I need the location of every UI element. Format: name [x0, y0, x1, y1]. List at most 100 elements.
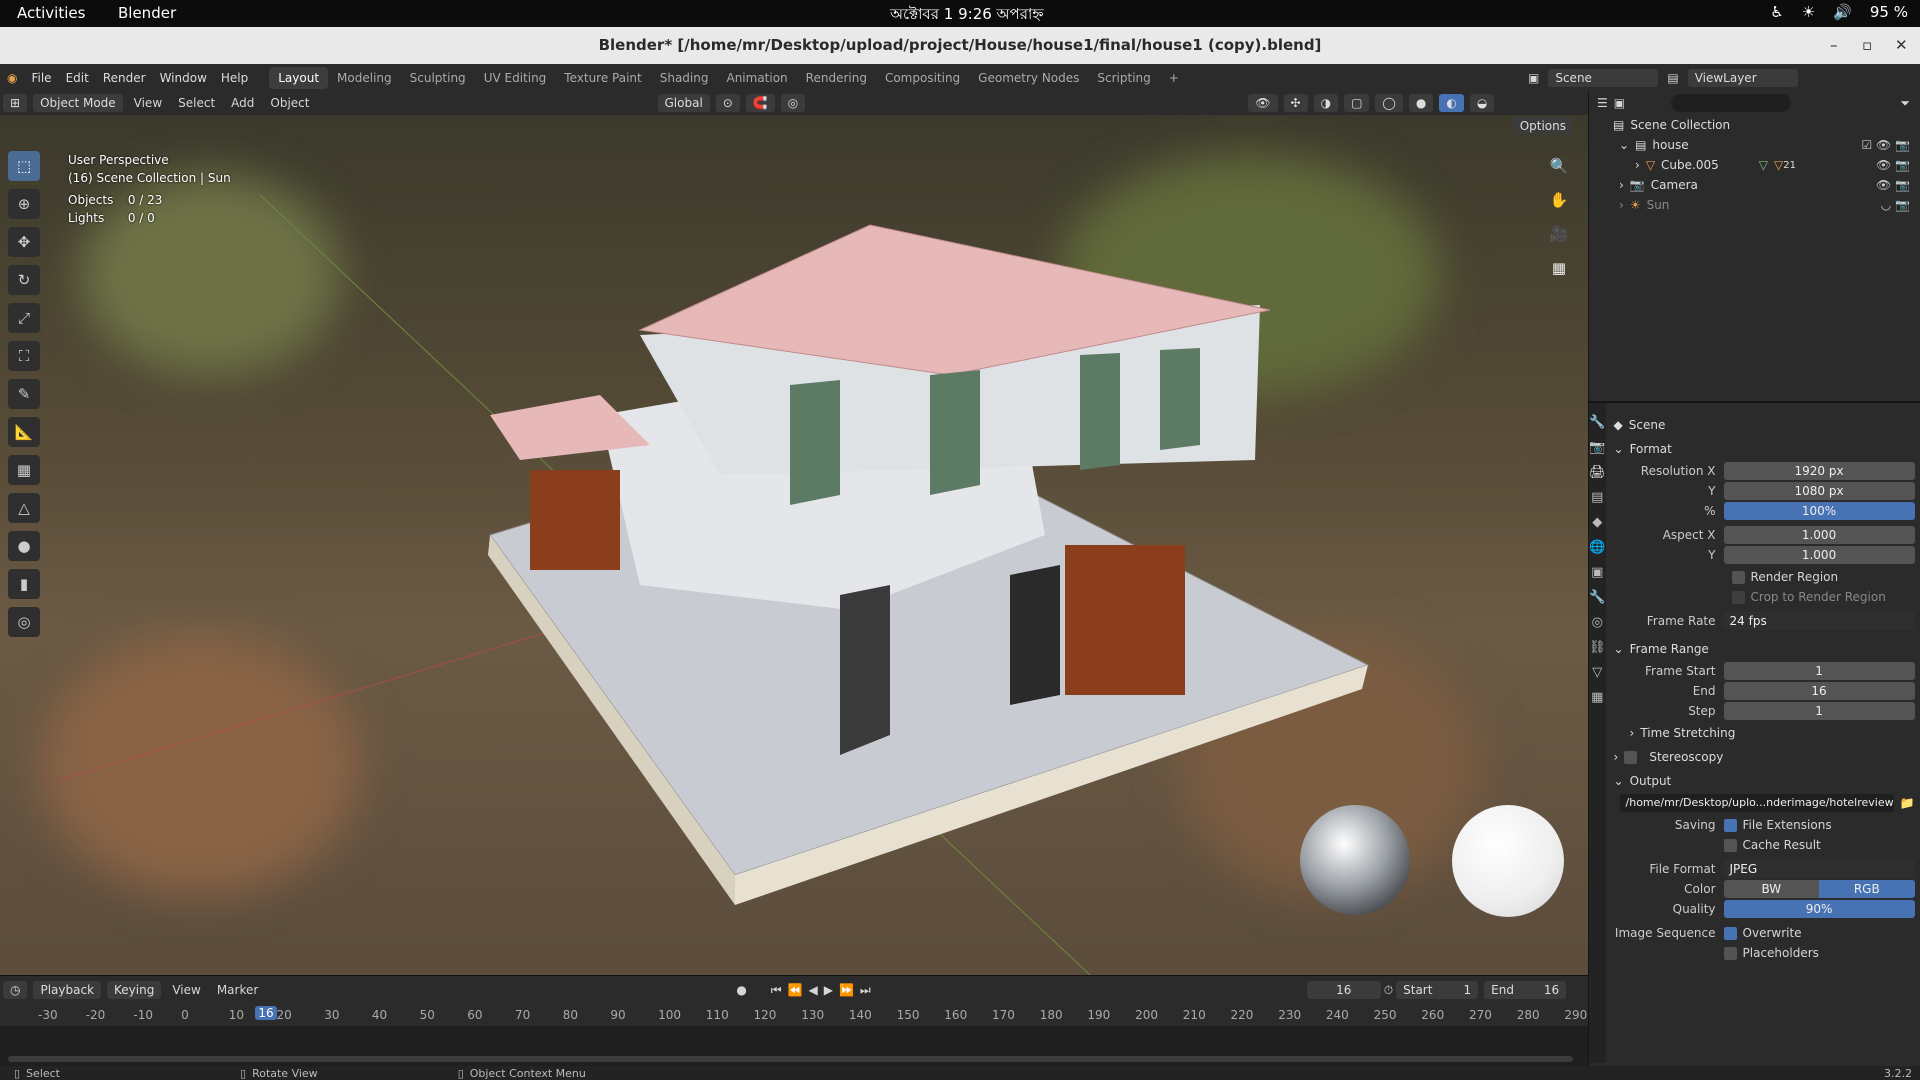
visibility-toggle-icons[interactable]: ◡ 📷 — [1881, 198, 1910, 212]
camera-view-icon[interactable]: 🎥 — [1546, 221, 1572, 247]
stereoscopy-panel-header[interactable]: › Stereoscopy — [1614, 745, 1915, 769]
outliner-editor-icon[interactable]: ☰ — [1597, 96, 1608, 110]
cursor-tool-icon[interactable]: ⊕ — [8, 189, 40, 219]
timeline-scrollbar[interactable] — [8, 1056, 1573, 1062]
color-bw-button[interactable]: BW — [1723, 880, 1820, 898]
shading-solid-icon[interactable]: ● — [1408, 94, 1434, 112]
tab-scripting[interactable]: Scripting — [1088, 67, 1159, 89]
menu-window[interactable]: Window — [153, 71, 214, 85]
texture-tab-icon[interactable]: ▦ — [1591, 690, 1603, 705]
quality-slider[interactable]: 90% — [1723, 900, 1915, 918]
start-frame-field[interactable]: Start 1 — [1396, 981, 1479, 999]
file-format-dropdown[interactable]: JPEG — [1723, 860, 1915, 878]
outliner-item-cube[interactable]: › ▽ Cube.005 ▽ ▽ 21 👁 📷 — [1589, 155, 1920, 175]
output-tab-icon[interactable]: 🖨 — [1589, 465, 1606, 480]
frame-ruler[interactable]: -30 -20 -10 0 10 20 30 40 50 60 70 80 90 100 110 120 130… — [0, 1004, 1588, 1026]
resolution-x-field[interactable]: 1920 px — [1723, 462, 1915, 480]
timeline-marker-menu[interactable]: Marker — [209, 983, 266, 997]
aspect-y-field[interactable]: 1.000 — [1723, 546, 1915, 564]
scene-icon[interactable]: ▣ — [1528, 71, 1539, 85]
select-box-tool-icon[interactable]: ⬚ — [8, 151, 40, 181]
xray-icon[interactable]: ▢ — [1344, 94, 1370, 112]
chevron-right-icon[interactable]: › — [1619, 178, 1624, 192]
playhead[interactable]: 16 — [255, 1006, 277, 1020]
menu-view[interactable]: View — [126, 96, 170, 110]
filter-icon[interactable]: ⏷ — [1900, 96, 1910, 111]
render-region-checkbox[interactable]: Render Region — [1614, 567, 1915, 587]
menu-object[interactable]: Object — [262, 96, 317, 110]
tab-texture-paint[interactable]: Texture Paint — [555, 67, 650, 89]
tab-uv-editing[interactable]: UV Editing — [475, 67, 556, 89]
current-frame-field[interactable]: 16 — [1306, 981, 1381, 999]
system-tray[interactable]: ♿ ☀ 🔊 95 % — [1770, 3, 1908, 21]
frame-range-panel-header[interactable]: ⌄ Frame Range — [1614, 637, 1915, 661]
zoom-icon[interactable]: 🔍 — [1546, 153, 1572, 179]
editor-type-icon[interactable]: ⊞ — [3, 94, 28, 112]
viewport-options-button[interactable]: Options — [1512, 117, 1573, 135]
tab-animation[interactable]: Animation — [717, 67, 796, 89]
object-tab-icon[interactable]: ▣ — [1591, 565, 1603, 580]
menu-file[interactable]: File — [24, 71, 58, 85]
tab-rendering[interactable]: Rendering — [797, 67, 876, 89]
shading-wire-icon[interactable]: ◯ — [1375, 94, 1403, 112]
menu-render[interactable]: Render — [96, 71, 153, 85]
chevron-down-icon[interactable]: ⌄ — [1619, 138, 1629, 152]
scale-tool-icon[interactable]: ⤢ — [8, 303, 40, 333]
display-mode-icon[interactable]: ▣ — [1614, 96, 1625, 110]
add-cube-tool-icon[interactable]: ▦ — [8, 455, 40, 485]
accessibility-icon[interactable]: ♿ — [1770, 3, 1783, 21]
transform-orientation[interactable]: Global — [657, 94, 710, 112]
timeline-view-menu[interactable]: View — [164, 983, 208, 997]
pivot-icon[interactable]: ⊙ — [715, 94, 740, 112]
tool-tab-icon[interactable]: 🔧 — [1589, 415, 1605, 430]
output-panel-header[interactable]: ⌄ Output — [1614, 769, 1915, 793]
file-extensions-checkbox[interactable] — [1723, 818, 1737, 832]
view-layer-tab-icon[interactable]: ▤ — [1591, 490, 1603, 505]
blender-logo-icon[interactable]: ◉ — [0, 71, 24, 85]
snap-icon[interactable]: 🧲 — [745, 94, 775, 112]
tab-modeling[interactable]: Modeling — [328, 67, 401, 89]
frame-end-field[interactable]: 16 — [1723, 682, 1915, 700]
modifier-tab-icon[interactable]: 🔧 — [1589, 590, 1605, 605]
outliner-item-house[interactable]: ⌄ ▤ house ☑ 👁 📷 — [1589, 135, 1920, 155]
overwrite-checkbox[interactable] — [1723, 926, 1737, 940]
playback-menu[interactable]: Playback — [33, 981, 102, 999]
cache-result-checkbox[interactable] — [1723, 838, 1737, 852]
visibility-toggle-icons[interactable]: 👁 📷 — [1876, 158, 1910, 172]
constraint-tab-icon[interactable]: ⛓ — [1589, 640, 1606, 655]
tab-compositing[interactable]: Compositing — [876, 67, 969, 89]
physics-tab-icon[interactable]: ◎ — [1592, 615, 1603, 630]
add-torus-tool-icon[interactable]: ◎ — [8, 607, 40, 637]
world-tab-icon[interactable]: 🌐 — [1589, 540, 1605, 555]
outliner-scene-collection[interactable]: ▤ Scene Collection — [1589, 115, 1920, 135]
end-frame-field[interactable]: End 16 — [1484, 981, 1567, 999]
maximize-icon[interactable]: ▫ — [1862, 27, 1872, 64]
placeholders-checkbox[interactable] — [1723, 946, 1737, 960]
tab-shading[interactable]: Shading — [651, 67, 718, 89]
tab-layout[interactable]: Layout — [269, 66, 329, 89]
overlay-icon[interactable]: ◑ — [1313, 94, 1339, 112]
shading-material-icon[interactable]: ◐ — [1439, 94, 1464, 112]
menu-add[interactable]: Add — [223, 96, 262, 110]
add-cone-tool-icon[interactable]: △ — [8, 493, 40, 523]
viewlayer-icon[interactable]: ▤ — [1667, 71, 1678, 85]
crop-region-checkbox[interactable]: Crop to Render Region — [1614, 587, 1915, 607]
scene-tab-icon[interactable]: ◆ — [1592, 515, 1602, 530]
shading-rendered-icon[interactable]: ◒ — [1469, 94, 1495, 112]
timeline-editor-icon[interactable]: ◷ — [3, 981, 28, 999]
playback-controls-icon[interactable]: ⏮⏪◀▶⏩⏭ — [771, 983, 877, 998]
volume-icon[interactable]: 🔊 — [1833, 3, 1852, 21]
menu-help[interactable]: Help — [214, 71, 255, 85]
pan-hand-icon[interactable]: ✋ — [1546, 187, 1572, 213]
proportional-edit-icon[interactable]: ◎ — [780, 94, 806, 112]
viewlayer-selector[interactable]: ViewLayer — [1687, 68, 1798, 87]
resolution-percent-slider[interactable]: 100% — [1723, 502, 1915, 520]
annotate-tool-icon[interactable]: ✎ — [8, 379, 40, 409]
clock-icon[interactable]: ⏱ — [1384, 983, 1393, 998]
add-sphere-tool-icon[interactable]: ● — [8, 531, 40, 561]
ortho-grid-icon[interactable]: ▦ — [1546, 255, 1572, 281]
transform-tool-icon[interactable]: ⛶ — [8, 341, 40, 371]
chevron-right-icon[interactable]: › — [1619, 198, 1624, 212]
tab-sculpting[interactable]: Sculpting — [401, 67, 475, 89]
data-tab-icon[interactable]: ▽ — [1592, 665, 1602, 680]
